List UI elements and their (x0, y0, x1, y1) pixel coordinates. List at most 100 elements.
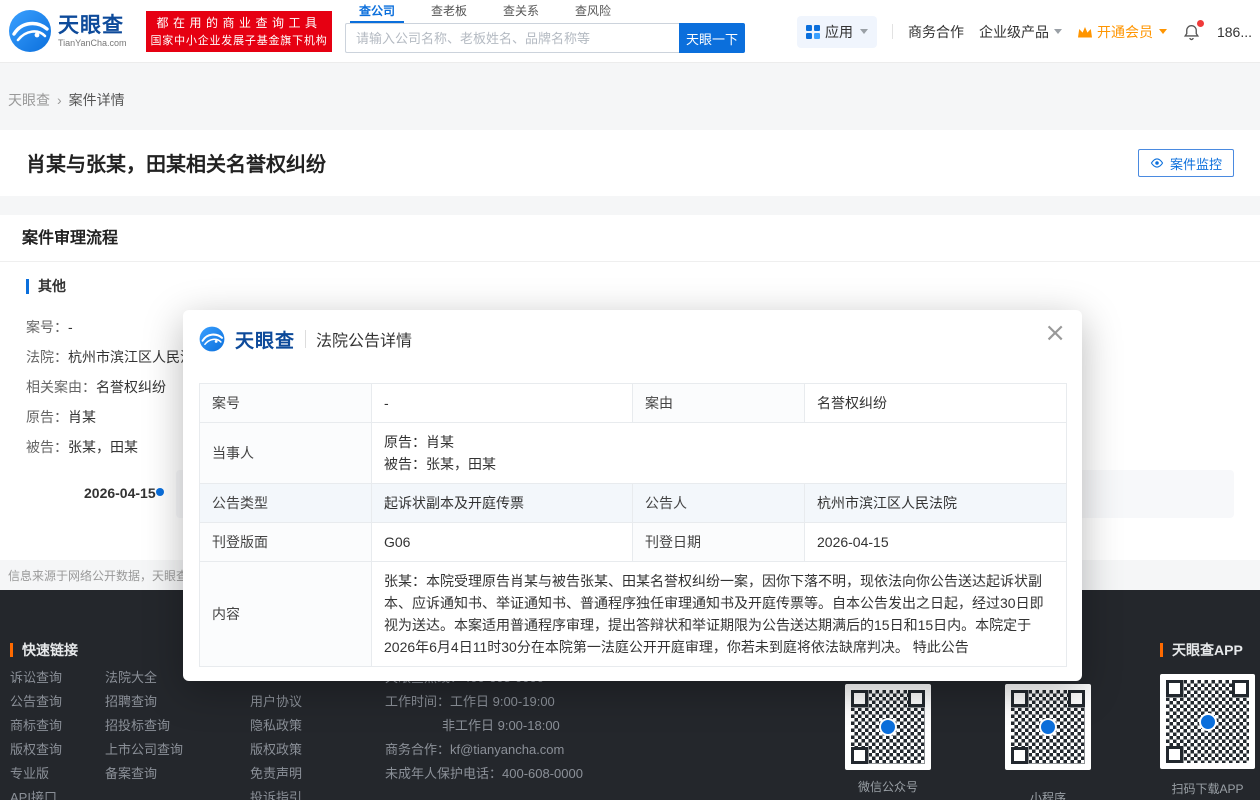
nav-enterprise-label: 企业级产品 (979, 22, 1049, 42)
footer-link[interactable]: 专业版 (10, 762, 62, 786)
footer-link[interactable]: API接口 (10, 786, 62, 800)
subsection-accent-bar (26, 279, 29, 294)
tianyancha-logo[interactable]: 天眼查 TianYanCha.com (8, 9, 127, 53)
qr-center-logo (1039, 718, 1057, 736)
footer-link[interactable]: 上市公司查询 (105, 738, 183, 762)
qr-code-miniprogram (1005, 684, 1091, 770)
footer-link[interactable]: 版权查询 (10, 738, 62, 762)
footer-link[interactable]: 法院大全 (105, 666, 183, 690)
top-header: 天眼查 TianYanCha.com 都在用的商业查询工具 国家中小企业发展子基… (0, 0, 1260, 63)
search-input[interactable] (345, 23, 679, 53)
apps-menu[interactable]: 应用 (797, 16, 877, 48)
accent-bar (10, 643, 13, 657)
chevron-down-icon (860, 29, 868, 34)
search-tabs: 查公司 查老板 查关系 查风险 (350, 3, 620, 23)
nav-business-cooperation[interactable]: 商务合作 (908, 22, 964, 42)
footer-link[interactable]: 商标查询 (10, 714, 62, 738)
case-monitor-label: 案件监控 (1170, 154, 1222, 173)
footer-link[interactable]: 隐私政策 (250, 714, 302, 738)
footer-link[interactable]: 诉讼查询 (10, 666, 62, 690)
promo-badge-line2: 国家中小企业发展子基金旗下机构 (146, 33, 332, 49)
accent-bar (1160, 643, 1163, 657)
cell-label: 案由 (633, 384, 805, 423)
table-row-type: 公告类型 起诉状副本及开庭传票 公告人 杭州市滨江区人民法院 (200, 484, 1067, 523)
cell-label: 内容 (200, 562, 372, 667)
qr-label-miniprogram: 小程序 (1005, 789, 1091, 800)
cell-value: 杭州市滨江区人民法院 (805, 484, 1067, 523)
cell-label: 公告类型 (200, 484, 372, 523)
table-row-case-no: 案号 - 案由 名誉权纠纷 (200, 384, 1067, 423)
cell-value: - (372, 384, 633, 423)
close-icon[interactable]: × (1044, 320, 1066, 346)
footer-work-hours: 工作时间：工作日 9:00-19:00 (385, 690, 583, 714)
field-label: 被告： (26, 439, 68, 455)
footer-link[interactable]: 备案查询 (105, 762, 183, 786)
cell-label: 刊登日期 (633, 523, 805, 562)
promo-badge: 都在用的商业查询工具 国家中小企业发展子基金旗下机构 (146, 11, 332, 52)
cell-label: 案号 (200, 384, 372, 423)
field-value: - (68, 319, 73, 335)
nav-enterprise-products[interactable]: 企业级产品 (979, 22, 1062, 42)
cell-value: G06 (372, 523, 633, 562)
field-court: 法院：杭州市滨江区人民法院 (26, 342, 208, 372)
announcement-content: 张某：本院受理原告肖某与被告张某、田某名誉权纠纷一案，因你下落不明，现依法向你公… (372, 562, 1067, 667)
breadcrumb-separator: › (57, 92, 62, 108)
table-row-page: 刊登版面 G06 刊登日期 2026-04-15 (200, 523, 1067, 562)
footer-link[interactable]: 免责声明 (250, 762, 302, 786)
nav-business-label: 商务合作 (908, 22, 964, 42)
field-label: 原告： (26, 409, 68, 425)
app-title: 天眼查APP (1172, 640, 1243, 660)
section-title: 案件审理流程 (0, 215, 1260, 262)
party-defendant: 被告：张某，田某 (384, 453, 1054, 475)
footer-link[interactable]: 招投标查询 (105, 714, 183, 738)
apps-menu-label: 应用 (825, 22, 853, 42)
field-value: 名誉权纠纷 (96, 379, 166, 395)
footer-biz-email: 商务合作：kf@tianyancha.com (385, 738, 583, 762)
cell-value: 起诉状副本及开庭传票 (372, 484, 633, 523)
field-case-number: 案号：- (26, 312, 208, 342)
account-phone-label: 186... (1217, 24, 1252, 40)
footer-link[interactable]: 公告查询 (10, 690, 62, 714)
qr-code-wechat (845, 684, 931, 770)
footer-link[interactable]: 投诉指引 (250, 786, 302, 800)
case-title-card: 肖某与张某，田某相关名誉权纠纷 案件监控 (0, 130, 1260, 196)
case-monitor-button[interactable]: 案件监控 (1138, 149, 1234, 177)
data-source-note: 信息来源于网络公开数据，天眼查 (8, 567, 188, 584)
field-value: 张某，田某 (68, 439, 138, 455)
cell-label: 当事人 (200, 423, 372, 484)
header-nav: 应用 商务合作 企业级产品 开通会员 (797, 0, 1252, 63)
cell-value: 2026-04-15 (805, 523, 1067, 562)
field-value: 肖某 (68, 409, 96, 425)
search-tab-company[interactable]: 查公司 (350, 3, 404, 23)
apps-grid-icon (806, 25, 820, 39)
nav-open-vip[interactable]: 开通会员 (1077, 22, 1167, 42)
cell-label: 刊登版面 (200, 523, 372, 562)
footer-link[interactable]: 版权政策 (250, 738, 302, 762)
crown-icon (1077, 25, 1093, 39)
search-tab-relation[interactable]: 查关系 (494, 3, 548, 23)
cell-value: 名誉权纠纷 (805, 384, 1067, 423)
modal-header-divider (305, 330, 306, 348)
case-fields: 案号：- 法院：杭州市滨江区人民法院 相关案由：名誉权纠纷 原告：肖某 被告：张… (26, 312, 208, 462)
qr-label-app: 扫码下载APP (1160, 780, 1255, 797)
quick-links-header: 快速链接 (10, 640, 78, 660)
promo-badge-line1: 都在用的商业查询工具 (146, 13, 332, 33)
modal-brand: 天眼查 (235, 326, 295, 353)
logo-text: 天眼查 (58, 14, 127, 38)
breadcrumb-home[interactable]: 天眼查 (8, 90, 50, 110)
notification-bell[interactable] (1182, 22, 1202, 42)
account-phone[interactable]: 186... (1217, 24, 1252, 40)
announcement-table: 案号 - 案由 名誉权纠纷 当事人 原告：肖某 被告：张某，田某 公告类型 起诉… (199, 383, 1067, 667)
notification-dot (1197, 20, 1204, 27)
footer-link[interactable]: 招聘查询 (105, 690, 183, 714)
field-plaintiff: 原告：肖某 (26, 402, 208, 432)
field-label: 相关案由： (26, 379, 96, 395)
page-title: 肖某与张某，田某相关名誉权纠纷 (26, 148, 326, 177)
search-tab-boss[interactable]: 查老板 (422, 3, 476, 23)
qr-code-app (1160, 674, 1255, 769)
footer-link[interactable]: 用户协议 (250, 690, 302, 714)
modal-header: 天眼查 法院公告详情 (199, 324, 412, 354)
search-tab-risk[interactable]: 查风险 (566, 3, 620, 23)
timeline-date: 2026-04-15 (84, 485, 156, 501)
search-button[interactable]: 天眼一下 (679, 23, 745, 53)
